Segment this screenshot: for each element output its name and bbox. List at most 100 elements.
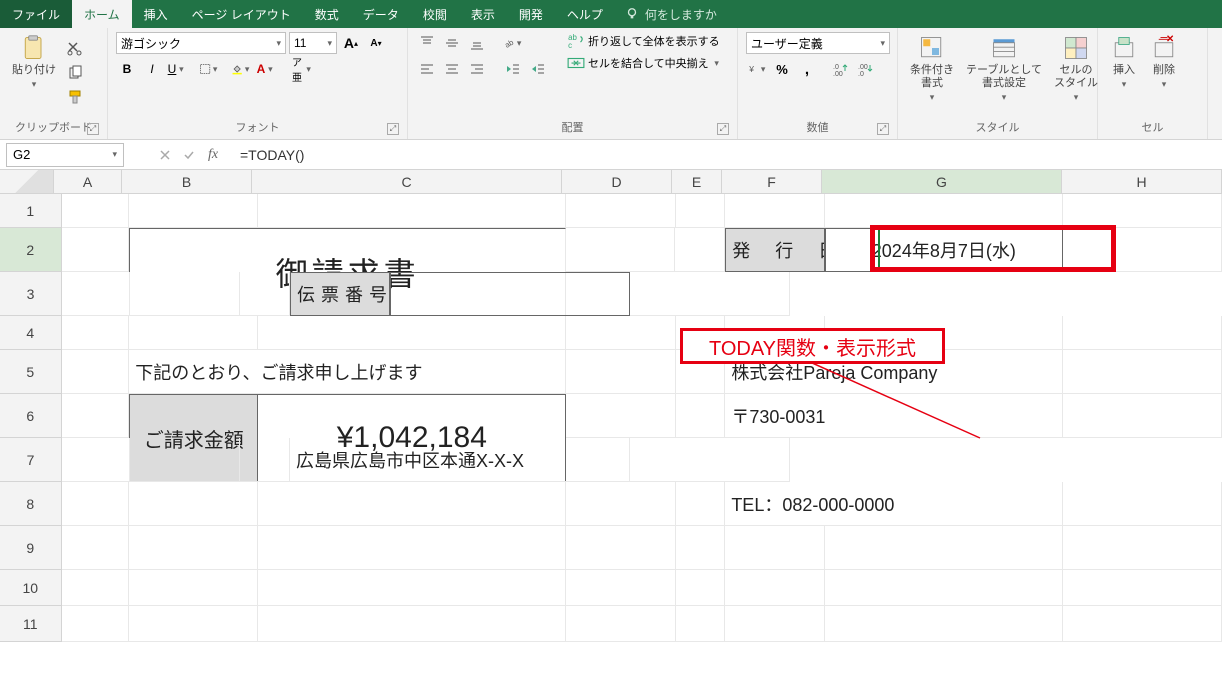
percent-button[interactable]: % [771,58,793,80]
row-header-6[interactable]: 6 [0,394,62,438]
delete-cells-button[interactable]: 削除▾ [1146,32,1182,92]
dialog-launcher-icon[interactable]: ⤢ [877,123,889,135]
increase-indent-button[interactable] [527,58,549,80]
cell-B11[interactable] [129,606,258,642]
cell-D7[interactable] [130,438,240,482]
cell-B4[interactable] [129,316,258,350]
cell-H8[interactable] [1063,482,1222,526]
cell-D11[interactable] [566,606,675,642]
cell-A3[interactable] [62,272,130,316]
row-header-10[interactable]: 10 [0,570,62,606]
align-top-button[interactable] [416,32,438,54]
cell-B1[interactable] [129,194,258,228]
select-all-corner[interactable] [0,170,54,193]
cell-B5[interactable]: 下記のとおり、ご請求申し上げます [129,350,566,394]
align-middle-button[interactable] [441,32,463,54]
cell-F2[interactable]: 発 行 日 [725,228,824,272]
row-header-5[interactable]: 5 [0,350,62,394]
cell-H6[interactable] [1063,394,1222,438]
cell-D8[interactable] [566,482,675,526]
cell-B8[interactable] [129,482,258,526]
tell-me-search[interactable]: 何をしますか [625,0,717,28]
cell-H10[interactable] [1063,570,1222,606]
align-center-button[interactable] [441,58,463,80]
column-header-G[interactable]: G [822,170,1062,193]
cell-E8[interactable] [676,482,726,526]
row-header-2[interactable]: 2 [0,228,62,272]
decrease-font-button[interactable]: A▾ [365,32,387,54]
cell-C9[interactable] [258,526,566,570]
row-header-4[interactable]: 4 [0,316,62,350]
cell-H4[interactable] [1063,316,1222,350]
align-right-button[interactable] [466,58,488,80]
paste-button[interactable]: 貼り付け ▾ [8,32,60,92]
tab-developer[interactable]: 開発 [507,0,555,28]
row-header-8[interactable]: 8 [0,482,62,526]
cell-G1[interactable] [825,194,1063,228]
italic-button[interactable]: I [141,58,163,80]
column-header-C[interactable]: C [252,170,562,193]
phonetic-button[interactable]: ア亜▾ [291,58,313,80]
cell-C11[interactable] [258,606,566,642]
font-size-combo[interactable]: 11▾ [289,32,337,54]
bold-button[interactable]: B [116,58,138,80]
cell-B10[interactable] [129,570,258,606]
cell-F8[interactable]: TEL：082-000-0000 [725,482,1063,526]
conditional-format-button[interactable]: 条件付き 書式▾ [906,32,958,105]
cell-styles-button[interactable]: セルの スタイル▾ [1050,32,1102,105]
borders-button[interactable]: ▾ [198,58,220,80]
cell-F9[interactable] [725,526,824,570]
cell-C10[interactable] [258,570,566,606]
cell-H5[interactable] [1063,350,1222,394]
cell-G3[interactable] [390,272,630,316]
cell-H7[interactable] [630,438,790,482]
cell-E10[interactable] [676,570,726,606]
cell-A11[interactable] [62,606,130,642]
underline-button[interactable]: U▾ [166,58,188,80]
cell-C8[interactable] [258,482,566,526]
cell-F1[interactable] [725,194,824,228]
tab-formulas[interactable]: 数式 [303,0,351,28]
row-header-3[interactable]: 3 [0,272,62,316]
cell-F7[interactable]: 広島県広島市中区本通X-X-X [290,438,630,482]
insert-function-button[interactable]: fx [204,146,222,164]
cell-A9[interactable] [62,526,130,570]
cell-G10[interactable] [825,570,1063,606]
cell-A2[interactable] [62,228,130,272]
fill-color-button[interactable]: ▾ [230,58,252,80]
tab-help[interactable]: ヘルプ [555,0,615,28]
cell-E11[interactable] [676,606,726,642]
comma-button[interactable]: , [796,58,818,80]
tab-home[interactable]: ホーム [72,0,132,28]
column-header-E[interactable]: E [672,170,722,193]
cell-A10[interactable] [62,570,130,606]
orientation-button[interactable]: ab▾ [502,32,524,54]
row-header-11[interactable]: 11 [0,606,62,642]
cell-E2[interactable] [675,228,725,272]
cancel-formula-button[interactable] [156,146,174,164]
cell-B9[interactable] [129,526,258,570]
enter-formula-button[interactable] [180,146,198,164]
merge-center-button[interactable]: セルを結合して中央揃え ▾ [567,54,722,72]
accounting-format-button[interactable]: ¥▾ [746,58,768,80]
cell-H11[interactable] [1063,606,1222,642]
cell-A1[interactable] [62,194,130,228]
dialog-launcher-icon[interactable]: ⤢ [717,123,729,135]
tab-insert[interactable]: 挿入 [132,0,180,28]
column-header-B[interactable]: B [122,170,252,193]
tab-review[interactable]: 校閲 [411,0,459,28]
number-format-combo[interactable]: ユーザー定義▾ [746,32,890,54]
cell-F11[interactable] [725,606,824,642]
dialog-launcher-icon[interactable]: ⤢ [387,123,399,135]
cell-A8[interactable] [62,482,130,526]
cell-E9[interactable] [676,526,726,570]
column-header-H[interactable]: H [1062,170,1222,193]
cell-E7[interactable] [240,438,290,482]
cell-D4[interactable] [566,316,675,350]
cell-D3[interactable] [130,272,240,316]
cell-A6[interactable] [62,394,130,438]
cell-E1[interactable] [676,194,726,228]
decrease-indent-button[interactable] [502,58,524,80]
cell-A5[interactable] [62,350,130,394]
cell-H3[interactable] [630,272,790,316]
